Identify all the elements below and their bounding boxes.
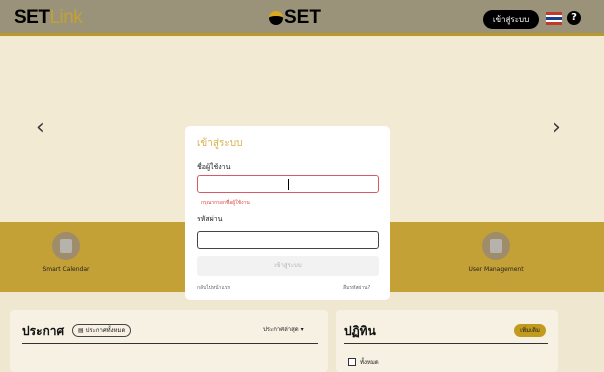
divider <box>22 343 318 344</box>
language-flag-icon[interactable] <box>546 12 562 25</box>
list-icon: ▤ <box>78 327 86 334</box>
feature-smart-calendar[interactable]: Smart Calendar <box>26 232 106 273</box>
chevron-down-icon: ▾ <box>298 326 304 333</box>
lower-section: ประกาศ ▤ ประกาศทั้งหมด ประกาศล่าสุด ▾ ปฏ… <box>0 292 604 372</box>
sort-dropdown[interactable]: ประกาศล่าสุด ▾ <box>258 324 309 337</box>
login-title: เข้าสู่ระบบ <box>197 138 243 149</box>
all-announcements-chip[interactable]: ▤ ประกาศทั้งหมด <box>72 324 132 337</box>
forgot-password-link[interactable]: ลืมรหัสผ่าน? <box>343 284 370 292</box>
help-icon[interactable]: ? <box>567 11 581 25</box>
set-logo[interactable]: SET <box>269 5 321 31</box>
more-button[interactable]: เพิ่มเติม <box>514 324 546 337</box>
announcements-card: ประกาศ ▤ ประกาศทั้งหมด ประกาศล่าสุด ▾ <box>10 310 328 372</box>
password-label: รหัสผ่าน <box>197 215 223 223</box>
feature-user-management[interactable]: User Management <box>456 232 536 273</box>
back-home-link[interactable]: กลับไปหน้าแรก <box>197 284 230 292</box>
feature-label: Smart Calendar <box>42 266 90 273</box>
calendar-card: ปฏิทิน เพิ่มเติม ทั้งหมด <box>336 310 558 372</box>
text-caret <box>288 179 289 190</box>
filter-all-checkbox[interactable] <box>348 358 356 366</box>
calendar-title: ปฏิทิน <box>344 324 376 338</box>
announcements-title: ประกาศ <box>22 324 65 338</box>
set-logo-text: SET <box>284 7 321 28</box>
login-submit-button[interactable]: เข้าสู่ระบบ <box>197 256 379 276</box>
password-field[interactable] <box>197 231 379 249</box>
login-modal: เข้าสู่ระบบ ชื่อผู้ใช้งาน กรุณากรอกชื่อผ… <box>185 126 390 300</box>
set-logo-icon <box>269 11 283 25</box>
divider <box>344 343 548 344</box>
feature-label: User Management <box>468 266 524 273</box>
login-button[interactable]: เข้าสู่ระบบ <box>483 10 539 29</box>
brand-set-text: SET <box>14 7 50 28</box>
filter-all-label: ทั้งหมด <box>360 359 379 366</box>
username-error: กรุณากรอกชื่อผู้ใช้งาน <box>201 200 250 206</box>
carousel-next-arrow[interactable]: › <box>552 115 561 140</box>
username-field[interactable] <box>197 175 379 193</box>
top-bar: SETLink SET เข้าสู่ระบบ ? <box>0 0 604 36</box>
setlink-logo[interactable]: SETLink <box>14 7 83 29</box>
brand-link-text: Link <box>49 7 83 28</box>
user-management-icon <box>482 232 510 260</box>
carousel-prev-arrow[interactable]: ‹ <box>36 115 45 140</box>
calendar-icon <box>52 232 80 260</box>
username-label: ชื่อผู้ใช้งาน <box>197 163 231 171</box>
